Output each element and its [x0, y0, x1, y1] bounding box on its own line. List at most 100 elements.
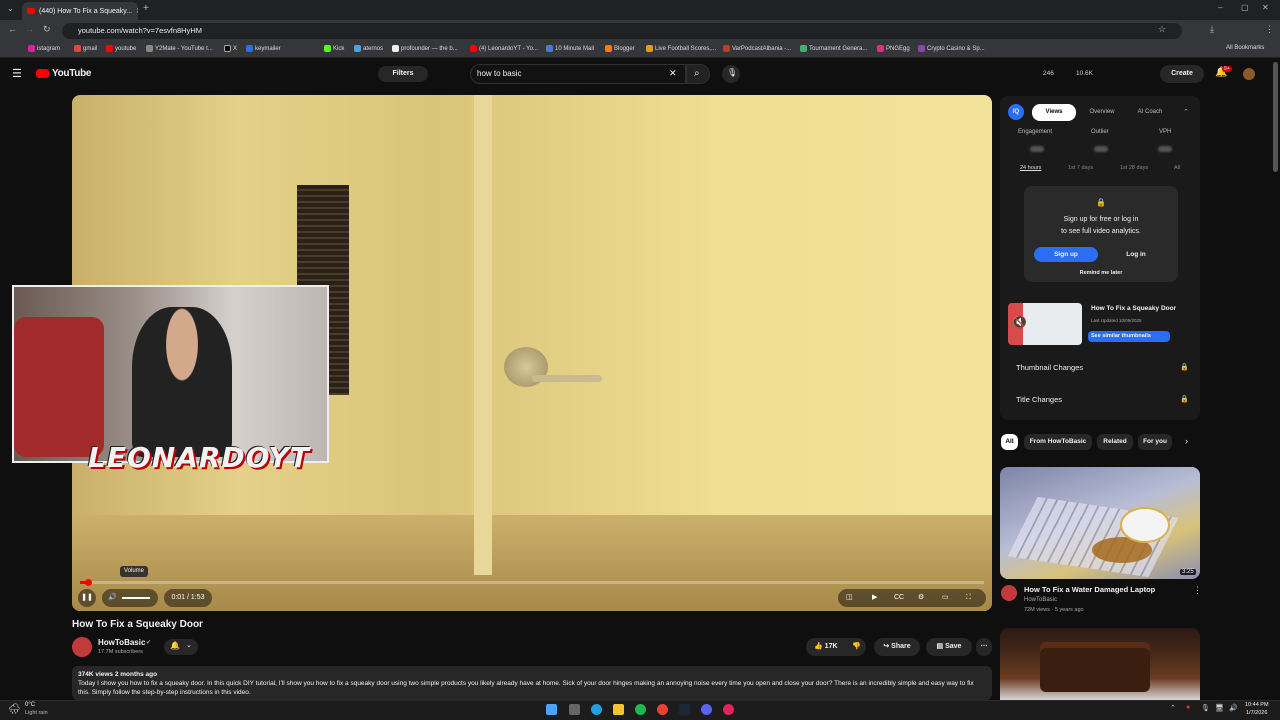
bookmark-item[interactable]: keymailer	[246, 45, 281, 52]
tab-close-icon[interactable]: ✕	[136, 7, 138, 15]
fullscreen-icon[interactable]: ⛶	[966, 589, 971, 607]
tab-overview[interactable]: Overview	[1080, 104, 1124, 121]
tab-search-icon[interactable]: ⌄	[7, 4, 14, 13]
chip-from-howtobasic[interactable]: From HowToBasic	[1024, 434, 1092, 450]
save-button[interactable]: ▤ Save	[926, 638, 972, 656]
extension-icon[interactable]: ◫	[846, 589, 853, 607]
maximize-icon[interactable]: ▢	[1241, 3, 1249, 12]
youtube-logo[interactable]: YouTube	[36, 68, 92, 79]
tab-ai-coach[interactable]: AI Coach	[1128, 104, 1172, 121]
theater-mode-icon[interactable]: ▭	[942, 589, 949, 607]
bookmark-item[interactable]: Y2Mate - YouTube t...	[146, 45, 213, 52]
volume-slider[interactable]	[122, 597, 150, 599]
bookmark-item[interactable]: Kick	[324, 45, 344, 52]
window-close-icon[interactable]: ✕	[1262, 3, 1269, 12]
new-tab-icon[interactable]: +	[143, 3, 149, 14]
file-explorer-icon[interactable]	[613, 704, 624, 715]
bookmark-item[interactable]: Blogger	[605, 45, 635, 52]
chip-related[interactable]: Related	[1097, 434, 1133, 450]
hamburger-menu-icon[interactable]: ☰	[12, 67, 22, 80]
minimize-icon[interactable]: –	[1218, 3, 1222, 12]
task-view-icon[interactable]	[569, 704, 580, 715]
url-field[interactable]: youtube.com/watch?v=7esvfn8HyHM	[62, 23, 1182, 39]
like-count[interactable]: 17K	[825, 643, 838, 650]
back-icon[interactable]: ←	[8, 24, 17, 34]
recommendation-thumbnail[interactable]	[1000, 467, 1200, 579]
dislike-icon[interactable]: 👎	[852, 638, 861, 656]
channel-name[interactable]: HowToBasic	[98, 638, 145, 647]
recommendation-thumbnail[interactable]	[1000, 628, 1200, 700]
more-actions-button[interactable]: ⋯	[976, 638, 992, 656]
reload-icon[interactable]: ↻	[43, 24, 51, 35]
forward-icon[interactable]: →	[25, 24, 34, 34]
browser-tab[interactable]: (440) How To Fix a Squeaky... ✕	[22, 2, 138, 20]
range-28d[interactable]: 1st 28 days	[1120, 165, 1148, 171]
bookmark-item[interactable]: istagram	[28, 45, 60, 52]
search-input[interactable]: how to basic	[470, 64, 686, 84]
all-bookmarks[interactable]: All Bookmarks	[1226, 45, 1264, 51]
bookmark-item[interactable]: gmail	[74, 45, 97, 52]
title-changes-row[interactable]: Title Changes 🔒	[1008, 389, 1192, 411]
bookmark-item[interactable]: Crypto Casino & Sp...	[918, 45, 985, 52]
chip-all[interactable]: All	[1001, 434, 1018, 450]
chip-for-you[interactable]: For you	[1138, 434, 1172, 450]
channel-avatar[interactable]	[72, 637, 92, 657]
remind-later-link[interactable]: Remind me later	[1024, 270, 1178, 276]
bookmark-item[interactable]: X	[224, 45, 237, 52]
bookmark-item[interactable]: PNGEgg	[877, 45, 910, 52]
thumbnail-changes-row[interactable]: Thumbnail Changes 🔒	[1008, 357, 1192, 379]
spotify-icon[interactable]	[635, 704, 646, 715]
voice-search-button[interactable]: 🎙	[722, 65, 740, 83]
bookmark-item[interactable]: (4) LeonardoYT - Yo...	[470, 45, 538, 52]
description-box[interactable]: 374K views 2 months ago Today I show you…	[72, 666, 992, 700]
app-icon[interactable]	[723, 704, 734, 715]
captions-icon[interactable]: CC	[894, 589, 904, 607]
range-24h[interactable]: 24 hours	[1020, 165, 1041, 171]
subscription-bell-button[interactable]: 🔔 ⌄	[164, 639, 198, 655]
collapse-chevron-icon[interactable]: ⌃	[1183, 108, 1189, 116]
range-7d[interactable]: 1st 7 days	[1068, 165, 1093, 171]
avatar[interactable]	[1243, 68, 1255, 80]
clock-time[interactable]: 10:44 PM	[1245, 702, 1269, 708]
search-button[interactable]: ⌕	[686, 64, 710, 84]
tray-app-icon[interactable]: ●	[1186, 704, 1190, 711]
range-all[interactable]: All	[1174, 165, 1180, 171]
like-icon[interactable]: 👍	[814, 643, 823, 650]
weather-desc[interactable]: Light rain	[25, 710, 48, 716]
pause-button[interactable]: ❚❚	[78, 589, 96, 607]
edge-icon[interactable]	[591, 704, 602, 715]
page-scrollbar[interactable]	[1273, 62, 1278, 172]
tray-chevron-icon[interactable]: ⌃	[1170, 704, 1176, 712]
star-icon[interactable]: ☆	[1158, 24, 1166, 35]
create-button[interactable]: Create	[1160, 65, 1204, 83]
speaker-icon[interactable]: 🔊	[1229, 704, 1238, 712]
clock-date[interactable]: 1/7/2026	[1246, 710, 1267, 716]
tab-views[interactable]: Views	[1032, 104, 1076, 121]
menu-kebab-icon[interactable]: ⋮	[1265, 24, 1274, 35]
bookmark-item[interactable]: Live Football Scores,...	[646, 45, 716, 52]
microphone-tray-icon[interactable]: 🎙	[1201, 704, 1210, 712]
recommendation-title[interactable]: How To Fix a Water Damaged Laptop	[1024, 585, 1155, 594]
see-similar-thumbnails-button[interactable]: See similar thumbnails	[1088, 331, 1170, 342]
share-button[interactable]: ↪ Share	[874, 638, 920, 656]
bookmark-item[interactable]: Tournament Genera...	[800, 45, 867, 52]
steam-icon[interactable]	[679, 704, 690, 715]
download-icon[interactable]: ⤓	[1210, 24, 1214, 35]
recommendation-channel[interactable]: HowToBasic	[1024, 597, 1057, 603]
network-icon[interactable]: 🖥	[1215, 704, 1224, 712]
more-vertical-icon[interactable]: ⋮	[1193, 585, 1202, 596]
log-in-button[interactable]: Log in	[1104, 247, 1168, 262]
channel-avatar[interactable]	[1001, 585, 1017, 601]
sign-up-button[interactable]: Sign up	[1034, 247, 1098, 262]
discord-icon[interactable]	[701, 704, 712, 715]
bookmark-item[interactable]: aternos	[354, 45, 383, 52]
chevron-right-icon[interactable]: ›	[1185, 436, 1188, 446]
progress-bar[interactable]	[80, 579, 984, 586]
autoplay-icon[interactable]: ▶	[872, 589, 877, 607]
weather-temp[interactable]: 0°C	[25, 702, 35, 708]
bookmark-item[interactable]: youtube	[106, 45, 136, 52]
bookmark-item[interactable]: VarPodcastAlbania -...	[723, 45, 791, 52]
windows-start-icon[interactable]	[546, 704, 557, 715]
bookmark-item[interactable]: profounder — the b...	[392, 45, 458, 52]
volume-control[interactable]: 🔊	[102, 589, 158, 607]
